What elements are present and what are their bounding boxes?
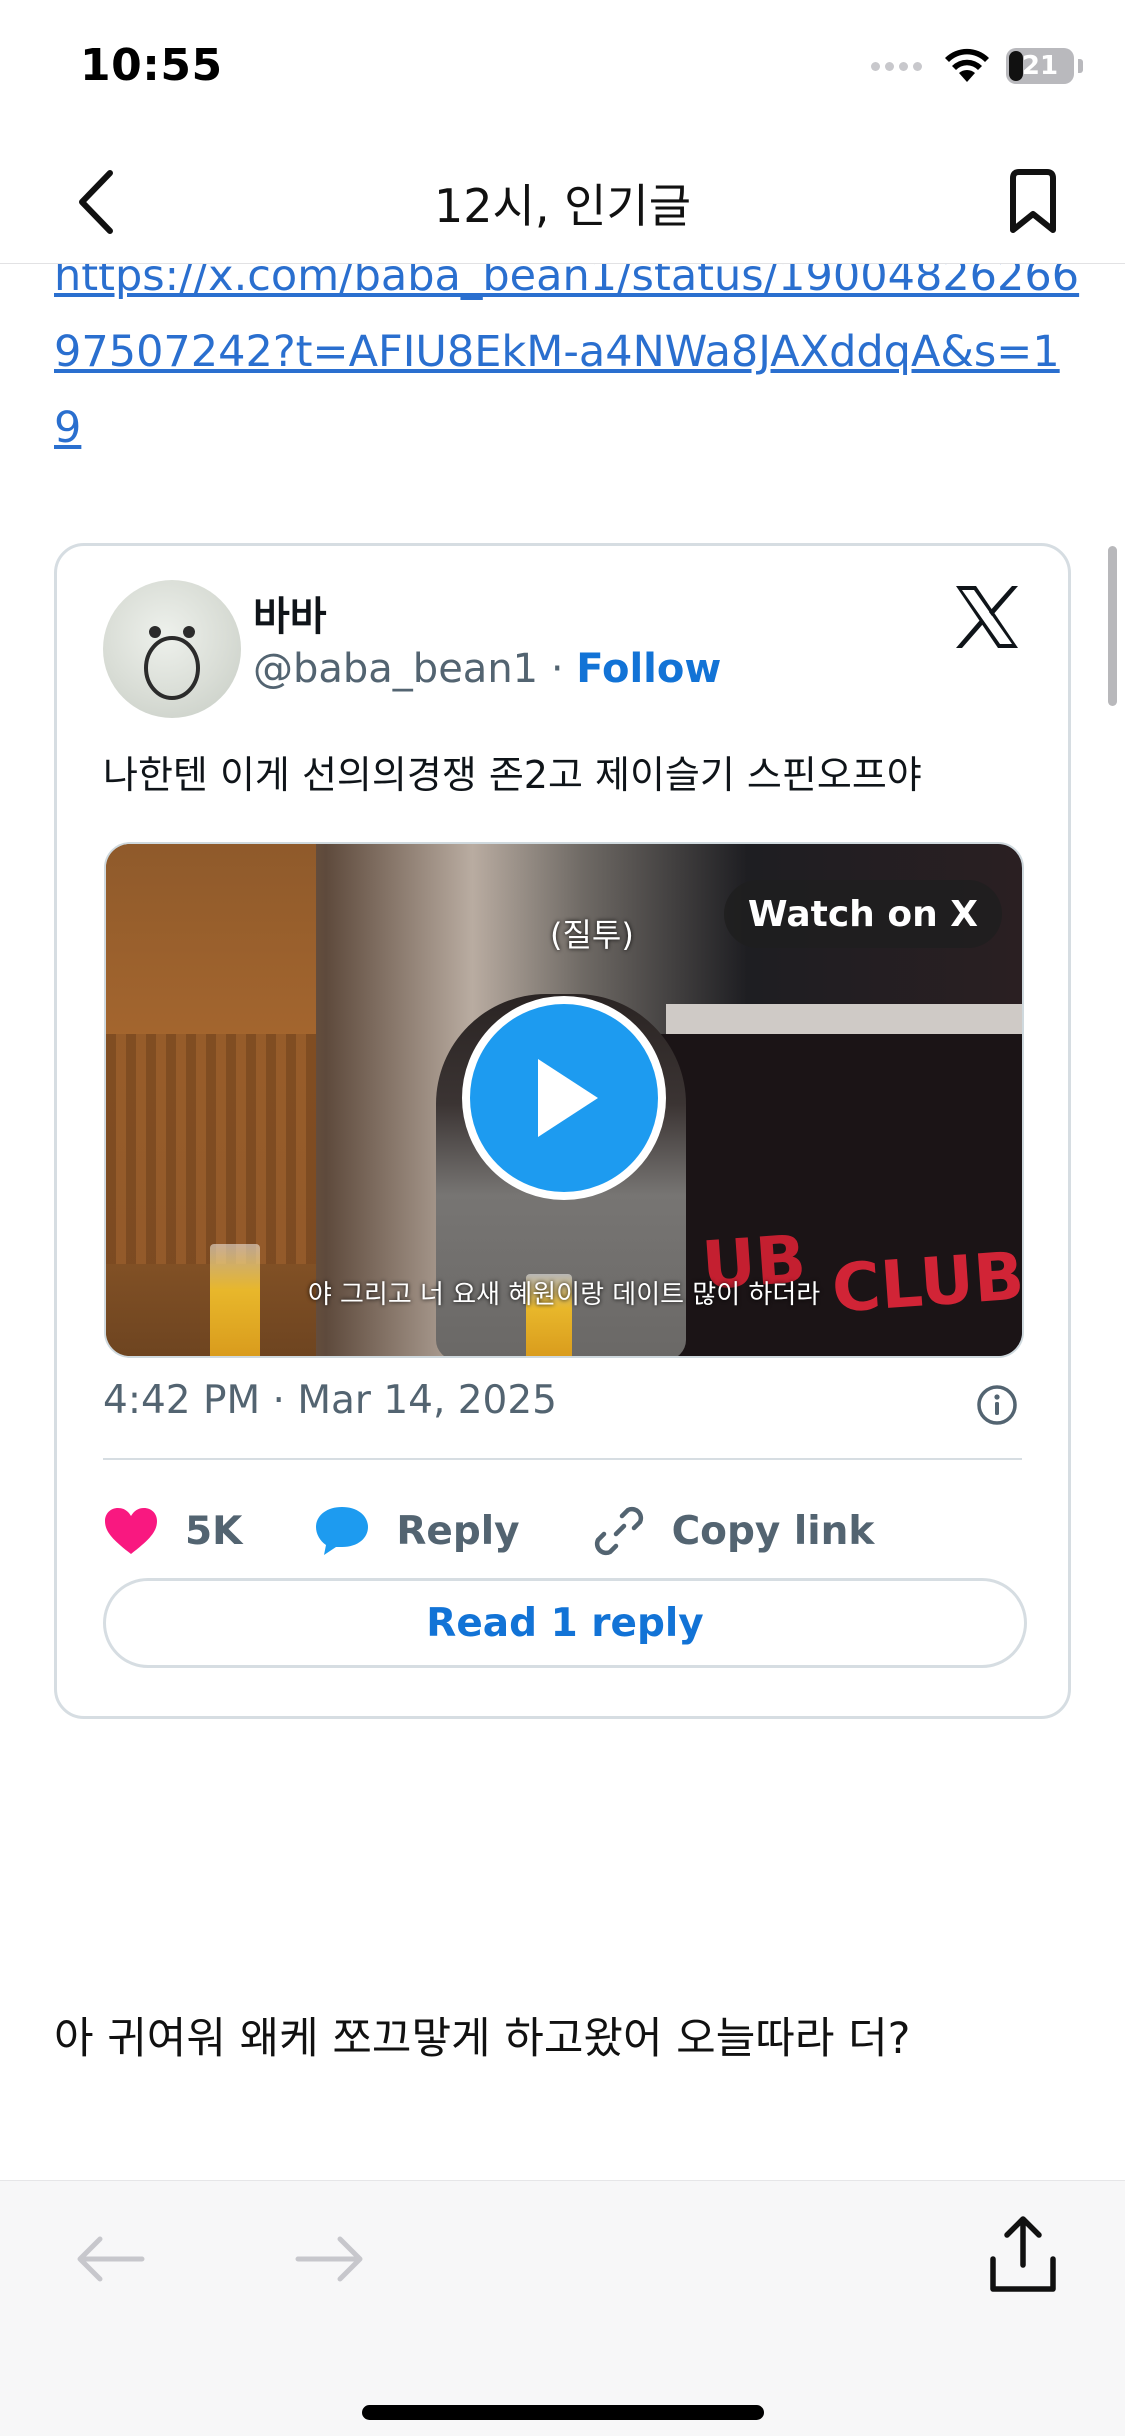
share-button[interactable] (979, 2209, 1067, 2301)
wifi-icon (945, 48, 989, 82)
like-button[interactable]: 5K (103, 1506, 242, 1556)
play-icon (538, 1059, 598, 1137)
bookmark-icon (1010, 169, 1056, 233)
tweet-text: 나한텐 이게 선의의경쟁 존2고 제이슬기 스핀오프야 (103, 753, 922, 797)
watch-on-x-button[interactable]: Watch on X (723, 880, 1002, 948)
read-reply-button[interactable]: Read 1 reply (103, 1578, 1027, 1668)
video-scene-panel (106, 1034, 316, 1264)
post-content[interactable]: https://x.com/baba_bean1/status/19004826… (0, 264, 1125, 2180)
share-icon (990, 2216, 1056, 2292)
embedded-tweet-card[interactable]: 바바 @baba_bean1 · Follow 나한텐 이게 선의의경쟁 존2고… (54, 543, 1071, 1719)
avatar[interactable] (103, 580, 241, 718)
x-logo-icon[interactable] (952, 584, 1022, 650)
tweet-video[interactable]: UB CLUB (질투) 야 그리고 너 요새 혜원이랑 데이트 많이 하더라 … (104, 842, 1024, 1358)
play-button[interactable] (462, 996, 666, 1200)
like-count: 5K (185, 1508, 243, 1554)
scrollbar[interactable] (1108, 546, 1117, 706)
bookmark-button[interactable] (993, 162, 1073, 242)
cellular-dots-icon (871, 61, 922, 71)
tweet-timestamp[interactable]: 4:42 PM · Mar 14, 2025 (103, 1378, 557, 1423)
reply-bubble-icon (316, 1507, 369, 1555)
tweet-actions: 5K Reply Copy link (103, 1496, 1027, 1566)
battery-cap (1078, 59, 1083, 73)
link-icon (594, 1506, 643, 1556)
author-handle[interactable]: @baba_bean1 (253, 646, 538, 692)
status-bar: 10:55 21 (0, 0, 1125, 140)
status-indicators: 21 (871, 48, 1083, 84)
tweet-link[interactable]: https://x.com/baba_bean1/status/19004826… (54, 264, 1084, 466)
copy-link-button[interactable]: Copy link (592, 1504, 875, 1558)
follow-button[interactable]: Follow (576, 646, 721, 692)
author-handle-row: @baba_bean1 · Follow (253, 646, 721, 692)
browser-forward-button[interactable] (290, 2219, 370, 2299)
author-name[interactable]: 바바 (253, 584, 327, 642)
post-body-text: 아 귀여워 왜케 쪼끄맣게 하고왔어 오늘따라 더? (54, 2014, 911, 2064)
arrow-right-icon (295, 2236, 363, 2282)
battery-icon: 21 (1006, 48, 1074, 84)
home-indicator (362, 2405, 764, 2420)
video-subtitle: 야 그리고 너 요새 혜원이랑 데이트 많이 하더라 (307, 1280, 821, 1310)
separator: · (538, 646, 577, 692)
browser-back-button[interactable] (70, 2219, 150, 2299)
battery-level: 21 (1021, 51, 1059, 81)
video-caption-top: (질투) (550, 916, 634, 954)
info-icon[interactable] (976, 1384, 1018, 1426)
heart-icon (105, 1508, 157, 1554)
reply-label: Reply (396, 1508, 520, 1554)
nav-bar: 12시, 인기글 (0, 140, 1125, 264)
reply-button[interactable]: Reply (314, 1505, 520, 1557)
page-title: 12시, 인기글 (433, 179, 692, 233)
arrow-left-icon (77, 2236, 145, 2282)
status-time: 10:55 (80, 40, 223, 91)
bottom-toolbar (0, 2180, 1125, 2436)
divider (103, 1458, 1022, 1460)
copy-link-label: Copy link (671, 1508, 875, 1554)
